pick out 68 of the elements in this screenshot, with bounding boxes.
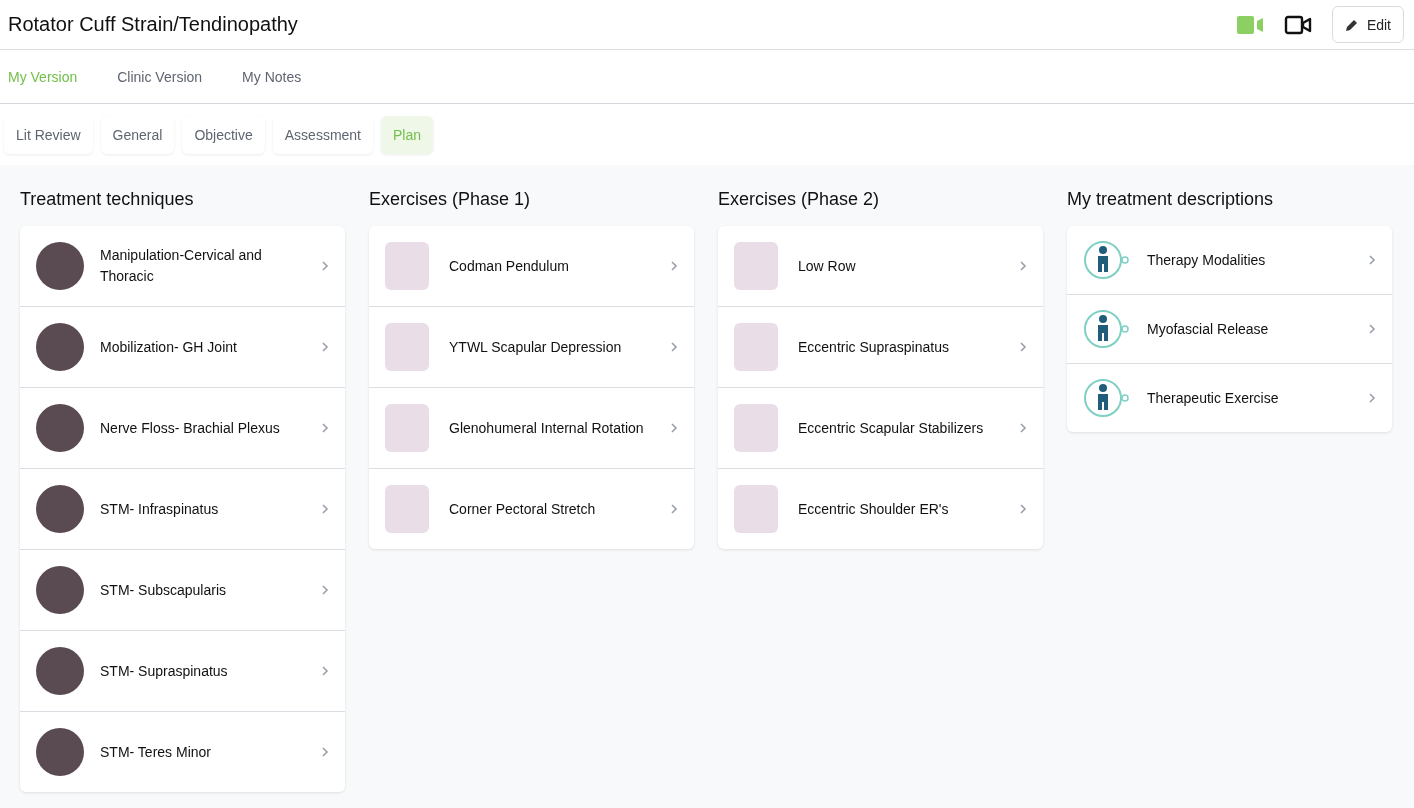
person-icon — [1083, 309, 1131, 349]
chevron-right-icon — [1019, 260, 1027, 272]
list-item[interactable]: STM- Teres Minor — [20, 712, 345, 792]
list-item[interactable]: Low Row — [718, 226, 1043, 307]
chevron-right-icon — [670, 341, 678, 353]
photo-placeholder — [385, 242, 429, 290]
list-item[interactable]: Eccentric Shoulder ER's — [718, 469, 1043, 549]
chevron-right-icon — [670, 422, 678, 434]
person-icon — [1083, 378, 1131, 418]
list-item[interactable]: STM- Infraspinatus — [20, 469, 345, 550]
photo-placeholder — [36, 728, 84, 776]
person-icon — [1083, 240, 1131, 280]
chevron-right-icon — [1019, 341, 1027, 353]
list-item[interactable]: Corner Pectoral Stretch — [369, 469, 694, 549]
section-tab[interactable]: Objective — [182, 115, 265, 154]
page-title: Rotator Cuff Strain/Tendinopathy — [8, 13, 299, 36]
list-item[interactable]: Codman Pendulum — [369, 226, 694, 307]
chevron-right-icon — [321, 260, 329, 272]
video-camera-icon[interactable] — [1283, 14, 1312, 35]
edit-button[interactable]: Edit — [1331, 6, 1404, 43]
photo-placeholder — [385, 323, 429, 371]
photo-placeholder — [36, 242, 84, 290]
version-tab[interactable]: My Notes — [234, 68, 310, 85]
photo-placeholder — [385, 404, 429, 452]
photo-placeholder — [36, 404, 84, 452]
column-heading: Exercises (Phase 1) — [369, 189, 532, 210]
list-item[interactable]: Myofascial Release — [1067, 295, 1392, 364]
list-item[interactable]: Eccentric Supraspinatus — [718, 307, 1043, 388]
section-tab[interactable]: Lit Review — [4, 115, 93, 154]
list-item[interactable]: Manipulation-Cervical and Thoracic — [20, 226, 345, 307]
chevron-right-icon — [321, 503, 329, 515]
list-item[interactable]: Therapy Modalities — [1067, 226, 1392, 295]
photo-placeholder — [734, 485, 778, 533]
list-item[interactable]: STM- Subscapularis — [20, 550, 345, 631]
list-item[interactable]: Mobilization- GH Joint — [20, 307, 345, 388]
column-heading: My treatment descriptions — [1067, 189, 1275, 210]
section-tab[interactable]: General — [100, 115, 175, 154]
chevron-right-icon — [321, 665, 329, 677]
pencil-icon — [1344, 17, 1359, 32]
column-heading: Treatment techniques — [20, 189, 195, 210]
list-item[interactable]: Nerve Floss- Brachial Plexus — [20, 388, 345, 469]
list-item[interactable]: Therapeutic Exercise — [1067, 364, 1392, 432]
chevron-right-icon — [670, 260, 678, 272]
chevron-right-icon — [1019, 503, 1027, 515]
list-item[interactable]: Glenohumeral Internal Rotation — [369, 388, 694, 469]
photo-placeholder — [36, 485, 84, 533]
photo-placeholder — [734, 242, 778, 290]
chevron-right-icon — [670, 503, 678, 515]
photo-placeholder — [734, 404, 778, 452]
photo-placeholder — [385, 485, 429, 533]
chevron-right-icon — [1368, 392, 1376, 404]
chevron-right-icon — [1368, 323, 1376, 335]
chevron-right-icon — [321, 341, 329, 353]
chevron-right-icon — [321, 746, 329, 758]
section-tab[interactable]: Assessment — [272, 115, 373, 154]
list-item[interactable]: STM- Supraspinatus — [20, 631, 345, 712]
chevron-right-icon — [1019, 422, 1027, 434]
photo-placeholder — [734, 323, 778, 371]
list-item[interactable]: Eccentric Scapular Stabilizers — [718, 388, 1043, 469]
column-heading: Exercises (Phase 2) — [718, 189, 881, 210]
photo-placeholder — [36, 323, 84, 371]
version-tab[interactable]: Clinic Version — [109, 68, 211, 85]
list-item[interactable]: YTWL Scapular Depression — [369, 307, 694, 388]
chevron-right-icon — [321, 422, 329, 434]
photo-placeholder — [36, 647, 84, 695]
photo-placeholder — [36, 566, 84, 614]
chevron-right-icon — [1368, 254, 1376, 266]
chevron-right-icon — [321, 584, 329, 596]
